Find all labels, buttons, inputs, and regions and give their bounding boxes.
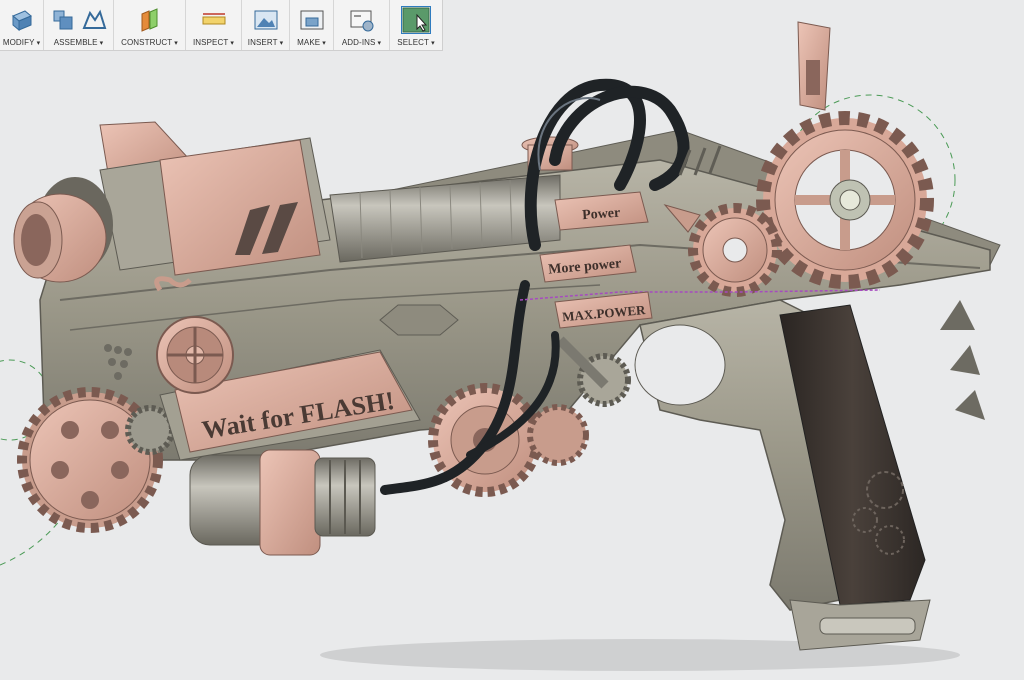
inspect-menu[interactable]: INSPECT bbox=[186, 0, 242, 50]
blaster-model: Wait for FLASH! Power More power MAX.POW… bbox=[0, 21, 1001, 671]
ribbon-toolbar: MODIFY ASSEMBLE CONSTRUCT bbox=[0, 0, 443, 51]
measure-icon bbox=[202, 13, 225, 25]
scripts-icon bbox=[350, 10, 373, 32]
insert-menu[interactable]: INSERT bbox=[242, 0, 290, 50]
construct-menu[interactable]: CONSTRUCT bbox=[114, 0, 186, 50]
3d-print-icon bbox=[300, 10, 323, 30]
viewport-canvas[interactable]: Wait for FLASH! Power More power MAX.POW… bbox=[0, 0, 1024, 675]
make-menu[interactable]: MAKE bbox=[290, 0, 334, 50]
assemble-icon bbox=[53, 10, 72, 30]
addins-menu[interactable]: ADD-INS bbox=[334, 0, 390, 50]
construct-plane-icon bbox=[141, 8, 157, 32]
big-gear bbox=[756, 111, 934, 289]
modify-menu[interactable]: MODIFY bbox=[0, 0, 44, 50]
select-menu[interactable]: SELECT bbox=[390, 0, 442, 50]
small-gear bbox=[688, 203, 782, 297]
select-cursor-icon bbox=[401, 6, 431, 34]
svg-text:Power: Power bbox=[582, 206, 621, 224]
trigger-guard-hole bbox=[634, 324, 726, 406]
insert-image-icon bbox=[254, 10, 277, 30]
modify-icon bbox=[11, 10, 32, 32]
assemble-menu[interactable]: ASSEMBLE bbox=[44, 0, 114, 50]
ornament-wheel bbox=[156, 316, 234, 394]
joint-icon bbox=[82, 9, 106, 29]
